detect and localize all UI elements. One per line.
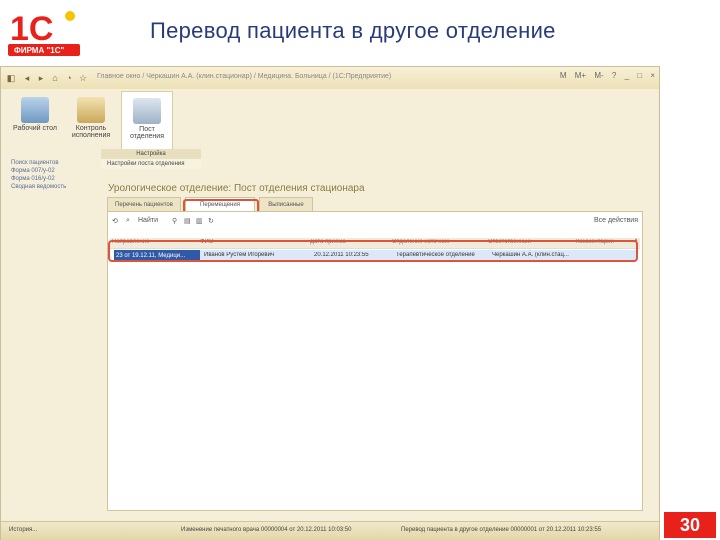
status-message-1[interactable]: Изменение печатного врача 00000004 от 20… xyxy=(181,527,351,533)
zoom-icon[interactable]: ⚲ xyxy=(172,217,177,225)
slide-header: 1С ФИРМА "1С" Перевод пациента в другое … xyxy=(0,0,720,62)
history-icon[interactable]: ◔ xyxy=(63,72,75,84)
help-button[interactable]: ? xyxy=(612,71,616,80)
main-content: Урологическое отделение: Пост отделения … xyxy=(101,177,657,523)
ribbon: Рабочий стол Контроль исполнения Пост от… xyxy=(1,89,659,157)
nav-item-form-007[interactable]: Форма 007/у-02 xyxy=(5,167,97,175)
forward-icon[interactable]: ▸ xyxy=(35,72,47,84)
title-bar: ◧ ◂ ▸ ⌂ ◔ ☆ Главное окно / Черкашин А.А.… xyxy=(1,67,659,90)
find-button[interactable]: Найти xyxy=(138,217,158,224)
nav-item-form-016[interactable]: Форма 016/у-02 xyxy=(5,175,97,183)
search-icon[interactable]: ⌕ xyxy=(126,217,130,225)
maximize-button[interactable]: □ xyxy=(637,71,642,80)
page-number: 30 xyxy=(664,512,716,538)
status-message-2[interactable]: Перевод пациента в другое отделение 0000… xyxy=(401,527,601,533)
desktop-button[interactable]: Рабочий стол xyxy=(9,91,61,155)
control-button[interactable]: Контроль исполнения xyxy=(65,91,117,155)
page-heading: Урологическое отделение: Пост отделения … xyxy=(108,183,365,194)
home-icon[interactable]: ⌂ xyxy=(49,72,61,84)
tab-discharged[interactable]: Выписанные xyxy=(259,197,313,211)
list-icon[interactable]: ▥ xyxy=(196,217,203,225)
tab-patients[interactable]: Перечень пациентов xyxy=(107,197,181,211)
desktop-icon xyxy=(21,97,49,123)
scrollbar[interactable]: ▴ xyxy=(632,236,640,504)
row-highlight xyxy=(108,240,638,262)
svg-text:1С: 1С xyxy=(10,10,53,48)
sync-icon[interactable]: ↻ xyxy=(208,217,214,225)
svg-text:ФИРМА "1С": ФИРМА "1С" xyxy=(14,46,64,55)
favorites-icon[interactable]: ☆ xyxy=(77,72,89,84)
nav-item-summary[interactable]: Сводная ведомость xyxy=(5,183,97,191)
slide-title: Перевод пациента в другое отделение xyxy=(150,18,556,43)
close-button[interactable]: × xyxy=(650,71,655,80)
ward-post-button[interactable]: Пост отделения xyxy=(121,91,173,155)
toolbar: ⟲ ⌕ Найти ⚲ ▤ ▥ ↻ Все действия xyxy=(112,216,638,230)
app-menu-icon[interactable]: ◧ xyxy=(5,72,17,84)
control-m-minus[interactable]: M- xyxy=(594,71,603,80)
history-button[interactable]: История... xyxy=(9,527,37,533)
left-navigation: Поиск пациентов Форма 007/у-02 Форма 016… xyxy=(5,159,97,519)
settings-item[interactable]: Настройки поста отделения xyxy=(101,159,201,169)
document-icon[interactable]: ▤ xyxy=(184,217,191,225)
settings-header[interactable]: Настройка xyxy=(101,149,201,159)
settings-menu: Настройка Настройки поста отделения xyxy=(101,149,201,169)
refresh-icon[interactable]: ⟲ xyxy=(112,217,118,225)
app-window: ◧ ◂ ▸ ⌂ ◔ ☆ Главное окно / Черкашин А.А.… xyxy=(0,66,660,540)
bed-icon xyxy=(133,98,161,124)
control-m-plus[interactable]: M+ xyxy=(575,71,586,80)
back-icon[interactable]: ◂ xyxy=(21,72,33,84)
breadcrumb: Главное окно / Черкашин А.А. (клин.стаци… xyxy=(97,73,392,80)
1c-logo: 1С ФИРМА "1С" xyxy=(8,10,80,56)
nav-item-patient-search[interactable]: Поиск пациентов xyxy=(5,159,97,167)
status-bar: История... Изменение печатного врача 000… xyxy=(1,521,659,540)
control-icon xyxy=(77,97,105,123)
minimize-button[interactable]: _ xyxy=(625,71,629,80)
control-m[interactable]: M xyxy=(560,71,567,80)
window-controls: M M+ M- ? _ □ × xyxy=(554,71,655,80)
all-actions-menu[interactable]: Все действия xyxy=(594,217,638,224)
